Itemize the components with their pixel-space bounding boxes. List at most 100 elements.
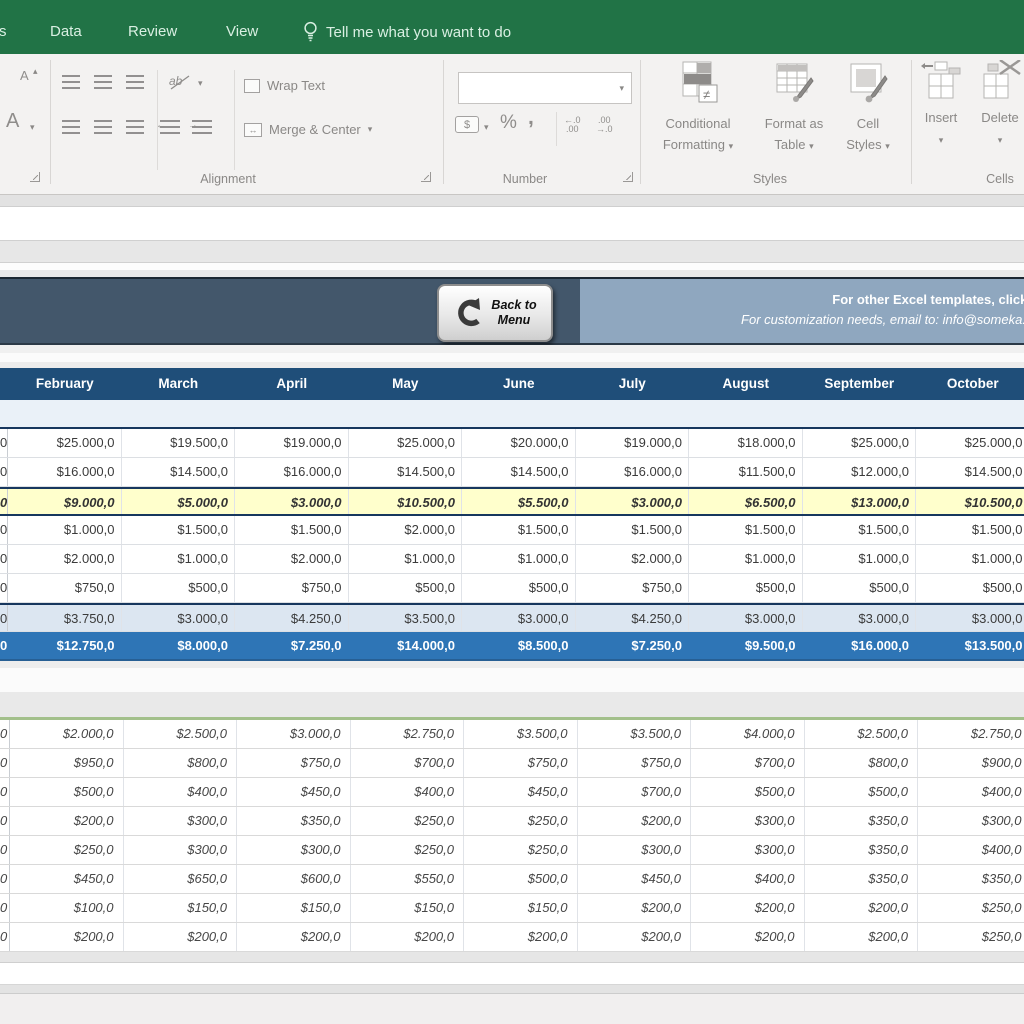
month-header-cell[interactable]: May [349,368,463,400]
font-dialog-launcher[interactable] [30,172,40,182]
clipped-january-cell[interactable]: 0 [0,836,10,864]
increase-decimal-button[interactable]: ←.0.00 [564,116,581,134]
value-cell[interactable]: $700,0 [578,778,692,806]
value-cell[interactable]: $300,0 [691,807,805,835]
month-header-cell[interactable]: August [689,368,803,400]
value-cell[interactable]: $3.000,0 [237,720,351,748]
value-cell[interactable]: $150,0 [237,894,351,922]
value-cell[interactable]: $250,0 [464,807,578,835]
value-cell[interactable]: $3.500,0 [578,720,692,748]
banner-info-line2[interactable]: For customization needs, email to: info@… [580,312,1024,327]
value-cell[interactable]: $1.000,0 [462,545,576,573]
clipped-january-cell[interactable]: 0 [0,489,8,514]
value-cell[interactable]: $200,0 [691,923,805,951]
cell-styles-button[interactable]: Cell Styles ▾ [836,60,900,157]
clipped-january-cell[interactable]: 0 [0,865,10,893]
value-cell[interactable]: $450,0 [578,865,692,893]
delete-button[interactable]: Delete ▾ [972,60,1024,151]
value-cell[interactable]: $600,0 [237,865,351,893]
value-cell[interactable]: $14.500,0 [122,458,236,486]
value-cell[interactable]: $2.000,0 [576,545,690,573]
value-cell[interactable]: $4.000,0 [691,720,805,748]
value-cell[interactable]: $250,0 [464,836,578,864]
wrap-text-button[interactable]: Wrap Text [244,78,325,93]
value-cell[interactable]: $14.500,0 [916,458,1024,486]
value-cell[interactable]: $2.500,0 [805,720,919,748]
value-cell[interactable]: $12.750,0 [8,632,122,659]
value-cell[interactable]: $14.500,0 [462,458,576,486]
month-header-cell[interactable]: June [462,368,576,400]
align-right-button[interactable] [126,120,144,134]
clipped-january-cell[interactable]: 0 [0,605,8,631]
percent-style-button[interactable]: % [500,112,517,134]
clipped-january-cell[interactable]: 0 [0,429,8,457]
value-cell[interactable]: $14.500,0 [349,458,463,486]
value-cell[interactable]: $4.250,0 [235,605,349,631]
value-cell[interactable]: $1.500,0 [689,516,803,544]
value-cell[interactable]: $1.000,0 [803,545,917,573]
month-header-cell[interactable]: March [122,368,236,400]
value-cell[interactable]: $2.750,0 [918,720,1024,748]
orientation-button[interactable]: ab [168,72,192,92]
value-cell[interactable]: $150,0 [464,894,578,922]
value-cell[interactable]: $19.500,0 [122,429,236,457]
align-bottom-button[interactable] [126,75,144,89]
insert-button[interactable]: Insert ▾ [916,60,966,151]
month-header-cell[interactable]: February [8,368,122,400]
tab-data[interactable]: Data [50,20,82,44]
tab-formulas[interactable]: Formulas [0,20,7,44]
value-cell[interactable]: $300,0 [918,807,1024,835]
value-cell[interactable]: $200,0 [805,923,919,951]
grow-font-button[interactable]: A [20,68,29,83]
tab-review[interactable]: Review [128,20,177,44]
value-cell[interactable]: $650,0 [124,865,238,893]
value-cell[interactable]: $200,0 [124,923,238,951]
value-cell[interactable]: $1.000,0 [916,545,1024,573]
align-left-button[interactable] [62,120,80,134]
value-cell[interactable]: $3.000,0 [803,605,917,631]
value-cell[interactable]: $450,0 [237,778,351,806]
value-cell[interactable]: $3.500,0 [464,720,578,748]
value-cell[interactable]: $100,0 [10,894,124,922]
banner-info-line1[interactable]: For other Excel templates, click → [580,292,1024,307]
value-cell[interactable]: $8.000,0 [122,632,236,659]
value-cell[interactable]: $450,0 [10,865,124,893]
align-middle-button[interactable] [94,75,112,89]
value-cell[interactable]: $11.500,0 [689,458,803,486]
value-cell[interactable]: $12.000,0 [803,458,917,486]
value-cell[interactable]: $400,0 [918,778,1024,806]
value-cell[interactable]: $500,0 [691,778,805,806]
value-cell[interactable]: $350,0 [805,836,919,864]
back-to-menu-button[interactable]: Back toMenu [437,284,553,342]
value-cell[interactable]: $16.000,0 [576,458,690,486]
value-cell[interactable]: $700,0 [351,749,465,777]
month-header-cell[interactable]: April [235,368,349,400]
value-cell[interactable]: $400,0 [351,778,465,806]
value-cell[interactable]: $200,0 [10,807,124,835]
value-cell[interactable]: $19.000,0 [235,429,349,457]
orientation-caret-icon[interactable]: ▾ [198,78,203,89]
value-cell[interactable]: $200,0 [805,894,919,922]
tab-view[interactable]: View [226,20,258,44]
clipped-january-cell[interactable]: 0 [0,458,8,486]
value-cell[interactable]: $350,0 [805,807,919,835]
value-cell[interactable]: $1.000,0 [689,545,803,573]
value-cell[interactable]: $750,0 [235,574,349,602]
value-cell[interactable]: $3.000,0 [235,489,349,514]
value-cell[interactable]: $4.250,0 [576,605,690,631]
font-color-button[interactable]: A [6,110,19,133]
decrease-decimal-button[interactable]: .00→.0 [596,116,613,134]
value-cell[interactable]: $500,0 [122,574,236,602]
value-cell[interactable]: $2.000,0 [235,545,349,573]
clipped-january-cell[interactable]: 0 [0,778,10,806]
value-cell[interactable]: $5.500,0 [462,489,576,514]
month-header-cell[interactable]: July [576,368,690,400]
value-cell[interactable]: $950,0 [10,749,124,777]
value-cell[interactable]: $150,0 [351,894,465,922]
value-cell[interactable]: $250,0 [918,923,1024,951]
clipped-january-cell[interactable]: 0 [0,574,8,602]
value-cell[interactable]: $3.500,0 [349,605,463,631]
value-cell[interactable]: $200,0 [691,894,805,922]
merge-center-button[interactable]: ↔ Merge & Center ▾ [244,122,372,137]
alignment-dialog-launcher[interactable] [421,172,431,182]
